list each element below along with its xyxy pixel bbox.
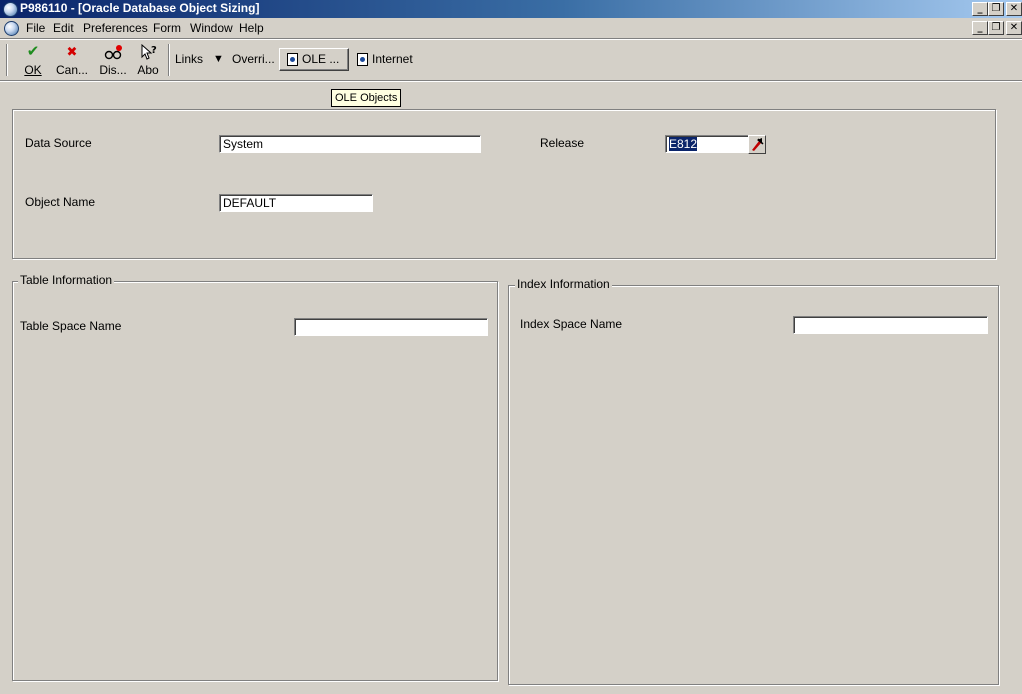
toolbar-separator <box>168 44 170 76</box>
toolbar: ✔ OK ✖ Can... Dis... ? Abo Links ▼ Overr… <box>0 40 1022 80</box>
override-menu[interactable]: Overri... <box>232 52 275 66</box>
cancel-label: Can... <box>55 63 88 77</box>
display-label: Dis... <box>99 63 127 77</box>
checkmark-icon: ✔ <box>26 43 40 60</box>
index-space-label: Index Space Name <box>520 317 623 331</box>
header-panel <box>12 109 996 259</box>
glasses-icon <box>96 44 130 60</box>
internet-button[interactable]: Internet <box>372 52 413 66</box>
menu-file[interactable]: File <box>26 21 45 35</box>
links-menu[interactable]: Links <box>175 52 203 66</box>
cancel-button[interactable]: ✖ Can... <box>55 42 89 78</box>
data-source-label: Data Source <box>25 136 92 150</box>
ole-label: OLE ... <box>302 52 340 66</box>
toolbar-divider <box>0 80 1022 82</box>
child-close-icon[interactable]: ✕ <box>1006 21 1022 35</box>
internet-doc-icon <box>357 53 368 66</box>
release-value: E812 <box>669 137 698 151</box>
index-space-field[interactable] <box>793 316 988 334</box>
about-button[interactable]: ? Abo <box>131 42 165 78</box>
table-space-label: Table Space Name <box>20 319 122 333</box>
restore-icon[interactable]: ❐ <box>988 2 1004 16</box>
dropdown-arrow-icon[interactable]: ▼ <box>213 53 224 65</box>
title-bar: P986110 - [Oracle Database Object Sizing… <box>0 0 1022 18</box>
data-source-field[interactable] <box>219 135 481 153</box>
child-minimize-icon[interactable]: _ <box>972 21 988 35</box>
flashlight-icon <box>752 138 764 151</box>
ole-doc-icon <box>287 53 298 66</box>
table-information-title: Table Information <box>18 273 115 287</box>
object-name-label: Object Name <box>25 195 96 209</box>
ok-label: OK <box>24 63 42 77</box>
app-globe-icon <box>3 2 18 17</box>
about-label: Abo <box>137 63 159 77</box>
close-icon[interactable]: ✕ <box>1006 2 1022 16</box>
window-title: P986110 - [Oracle Database Object Sizing… <box>20 1 260 15</box>
cancel-x-icon: ✖ <box>66 44 78 59</box>
toolbar-grip <box>6 44 8 76</box>
minimize-icon[interactable]: _ <box>972 2 988 16</box>
menu-form[interactable]: Form <box>153 21 181 35</box>
menu-window[interactable]: Window <box>190 21 233 35</box>
index-information-title: Index Information <box>515 277 612 291</box>
table-space-field[interactable] <box>294 318 488 336</box>
index-information-group <box>508 285 999 685</box>
object-name-field[interactable] <box>219 194 373 212</box>
menu-help[interactable]: Help <box>239 21 264 35</box>
ok-button[interactable]: ✔ OK <box>16 42 50 78</box>
release-label: Release <box>540 136 585 150</box>
release-search-button[interactable] <box>748 135 766 154</box>
ole-button[interactable]: OLE ... <box>279 48 349 71</box>
menu-bar: File Edit Preferences Form Window Help _… <box>0 18 1022 38</box>
ole-tooltip: OLE Objects <box>331 89 402 107</box>
table-information-group <box>12 281 498 681</box>
document-globe-icon[interactable] <box>4 21 19 36</box>
release-field[interactable]: E812 <box>665 135 749 153</box>
menu-edit[interactable]: Edit <box>53 21 74 35</box>
help-pointer-icon: ? <box>131 43 165 60</box>
child-restore-icon[interactable]: ❐ <box>988 21 1004 35</box>
menu-preferences[interactable]: Preferences <box>83 21 148 35</box>
display-button[interactable]: Dis... <box>96 42 130 78</box>
svg-text:?: ? <box>151 45 157 56</box>
